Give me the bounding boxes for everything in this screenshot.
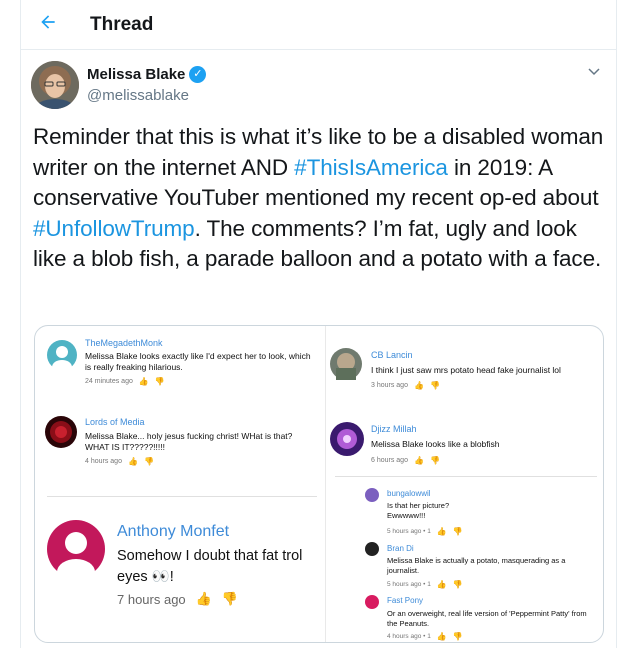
comment-time: 7 hours ago	[117, 591, 186, 607]
page-title: Thread	[90, 14, 154, 35]
comment-meta: 5 hours ago • 1 👍 👎	[387, 580, 463, 589]
comment-text: Is that her picture? Ewwwww!!!	[387, 501, 450, 520]
divider	[47, 496, 317, 497]
arrow-left-icon	[41, 15, 55, 29]
comment-meta: 3 hours ago 👍 👎	[371, 381, 440, 390]
comment-time: 6 hours ago	[371, 457, 408, 464]
comment-time: 24 minutes ago	[85, 378, 133, 385]
tweet-text: Reminder that this is what it’s like to …	[33, 122, 605, 275]
thumbs-down-icon: 👎	[452, 527, 463, 536]
commenter-avatar	[330, 348, 362, 380]
author-name-text: Melissa Blake	[87, 66, 186, 83]
comment-text: Melissa Blake looks like a blobfish	[371, 439, 500, 449]
thumbs-up-icon: 👍	[436, 580, 447, 589]
tweet-media-image[interactable]: TheMegadethMonk Melissa Blake looks exac…	[34, 325, 604, 643]
commenter-name: TheMegadethMonk	[85, 338, 163, 348]
thumbs-down-icon: 👎	[154, 377, 165, 386]
thumbs-up-icon: 👍	[195, 591, 212, 606]
thumbs-up-icon: 👍	[127, 457, 138, 466]
comment-meta: 4 hours ago • 1 👍 👎	[387, 632, 463, 641]
commenter-name: bungalowwil	[387, 489, 431, 498]
comment-text: Melissa Blake... holy jesus fucking chri…	[85, 431, 293, 452]
comment-meta: 24 minutes ago 👍 👎	[85, 377, 165, 386]
chevron-down-icon	[588, 68, 600, 76]
commenter-name: CB Lancin	[371, 350, 413, 360]
comment-time: 5 hours ago • 1	[387, 528, 431, 535]
hashtag-link[interactable]: #ThisIsAmerica	[294, 155, 448, 180]
comment-meta: 4 hours ago 👍 👎	[85, 457, 154, 466]
comment-time: 4 hours ago • 1	[387, 633, 431, 640]
thumbs-up-icon: 👍	[436, 527, 447, 536]
thumbs-down-icon: 👎	[452, 632, 463, 641]
thumbs-up-icon: 👍	[138, 377, 149, 386]
commenter-name: Lords of Media	[85, 417, 145, 427]
thumbs-up-icon: 👍	[413, 456, 424, 465]
comment-text: Melissa Blake is actually a potato, masq…	[387, 556, 566, 575]
thumbs-down-icon: 👎	[429, 381, 440, 390]
commenter-avatar	[47, 340, 77, 374]
divider	[335, 476, 597, 477]
commenter-avatar	[47, 520, 105, 585]
commenter-avatar	[365, 595, 379, 609]
thumbs-down-icon: 👎	[429, 456, 440, 465]
comment-text: I think I just saw mrs potato head fake …	[371, 365, 561, 375]
comment-time: 5 hours ago • 1	[387, 581, 431, 588]
hashtag-link[interactable]: #UnfollowTrump	[33, 216, 195, 241]
comment-time: 3 hours ago	[371, 382, 408, 389]
author-name[interactable]: Melissa Blake ✓	[87, 66, 207, 83]
thumbs-up-icon: 👍	[413, 381, 424, 390]
thread-panel: Thread Melissa Blake ✓ @melissablake Rem…	[20, 0, 617, 648]
commenter-avatar	[365, 542, 379, 556]
thumbs-down-icon: 👎	[143, 457, 154, 466]
comment-text: Somehow I doubt that fat trol eyes 👀!	[117, 548, 303, 585]
comment-meta: 7 hours ago 👍 👎	[117, 591, 238, 607]
comment-text: Or an overweight, real life version of '…	[387, 609, 587, 628]
comment-meta: 5 hours ago • 1 👍 👎	[387, 527, 463, 536]
commenter-name: Fast Pony	[387, 596, 424, 605]
commenter-avatar	[45, 416, 77, 448]
back-button[interactable]	[38, 12, 62, 36]
comment-meta: 6 hours ago 👍 👎	[371, 456, 440, 465]
commenter-name: Bran Di	[387, 544, 414, 553]
more-options-button[interactable]	[587, 64, 603, 80]
author-avatar[interactable]	[31, 61, 79, 109]
commenter-avatar	[365, 488, 379, 502]
thread-header: Thread	[21, 0, 616, 50]
thumbs-down-icon: 👎	[221, 591, 239, 606]
verified-badge-icon: ✓	[189, 66, 207, 83]
column-divider	[325, 326, 326, 642]
comment-text: Melissa Blake looks exactly like I'd exp…	[85, 351, 311, 372]
commenter-name: Anthony Monfet	[117, 523, 230, 540]
thumbs-down-icon: 👎	[452, 580, 463, 589]
comment-time: 4 hours ago	[85, 458, 122, 465]
thumbs-up-icon: 👍	[436, 632, 447, 641]
commenter-avatar	[330, 422, 364, 456]
author-handle[interactable]: @melissablake	[87, 87, 189, 104]
commenter-name: Djizz Millah	[371, 424, 417, 434]
